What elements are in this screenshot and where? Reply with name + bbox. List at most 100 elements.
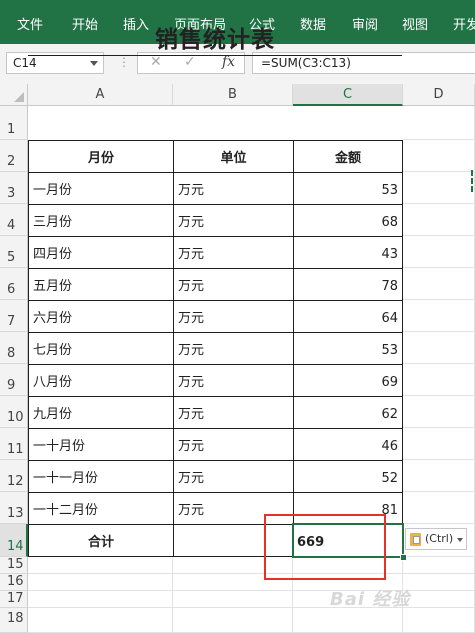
row-header-13[interactable]: 13 [0, 492, 28, 524]
unit-cell[interactable]: 万元 [173, 332, 294, 365]
month-cell[interactable]: 一十一月份 [28, 460, 174, 493]
insert-function-icon[interactable]: fx [222, 54, 235, 70]
row-header-8[interactable]: 8 [0, 332, 28, 364]
row-header-17[interactable]: 17 [0, 591, 28, 608]
row-header-1[interactable]: 1 [0, 106, 28, 140]
cell-d12[interactable] [403, 460, 475, 492]
cell-a17[interactable] [28, 591, 173, 608]
month-cell[interactable]: 七月份 [28, 332, 174, 365]
total-label-cell[interactable]: 合计 [28, 524, 174, 557]
row-number: 15 [7, 557, 24, 572]
total-label: 合计 [87, 535, 114, 550]
column-header-d[interactable]: D [403, 84, 475, 106]
select-all-corner[interactable] [0, 84, 28, 106]
cell-d2[interactable] [403, 140, 475, 172]
cell-c18[interactable] [293, 608, 403, 633]
cell-d11[interactable] [403, 428, 475, 460]
amount-cell[interactable]: 53 [293, 172, 403, 205]
confirm-icon[interactable]: ✓ [184, 54, 196, 70]
row-header-3[interactable]: 3 [0, 172, 28, 204]
unit-cell[interactable]: 万元 [173, 460, 294, 493]
cell-d10[interactable] [403, 396, 475, 428]
month-cell[interactable]: 一月份 [28, 172, 174, 205]
row-header-12[interactable]: 12 [0, 460, 28, 492]
amount-cell[interactable]: 43 [293, 236, 403, 269]
amount-cell-text: 68 [381, 215, 398, 230]
cell-b18[interactable] [173, 608, 293, 633]
row-header-14[interactable]: 14 [0, 524, 28, 557]
unit-cell[interactable]: 万元 [173, 268, 294, 301]
cell-a18[interactable] [28, 608, 173, 633]
row-header-16[interactable]: 16 [0, 574, 28, 591]
vertical-dots-icon[interactable]: ⋮ [118, 55, 130, 69]
cell-d1[interactable] [403, 106, 475, 140]
column-header-c[interactable]: C [293, 84, 403, 106]
cell-d13[interactable] [403, 492, 475, 524]
header-unit[interactable]: 单位 [173, 140, 294, 173]
month-cell-text: 八月份 [33, 375, 73, 390]
month-cell[interactable]: 四月份 [28, 236, 174, 269]
month-cell[interactable]: 一十二月份 [28, 492, 174, 525]
row-header-2[interactable]: 2 [0, 140, 28, 172]
row-header-10[interactable]: 10 [0, 396, 28, 428]
paste-options-button[interactable]: (Ctrl) [405, 528, 467, 550]
amount-cell[interactable]: 53 [293, 332, 403, 365]
amount-cell-text: 64 [381, 311, 398, 326]
unit-cell[interactable]: 万元 [173, 364, 294, 397]
row-number: 10 [7, 410, 24, 425]
cell-d16[interactable] [403, 574, 475, 591]
amount-cell-text: 46 [381, 439, 398, 454]
amount-cell[interactable]: 64 [293, 300, 403, 333]
row-header-15[interactable]: 15 [0, 557, 28, 574]
cell-d18[interactable] [403, 608, 475, 633]
column-header-a[interactable]: A [28, 84, 173, 106]
cell-d3[interactable] [403, 172, 475, 204]
sheet-title-cell[interactable]: 销售统计表 [28, 22, 402, 56]
row-header-6[interactable]: 6 [0, 268, 28, 300]
amount-cell[interactable]: 62 [293, 396, 403, 429]
row-header-7[interactable]: 7 [0, 300, 28, 332]
cell-d6[interactable] [403, 268, 475, 300]
unit-cell[interactable]: 万元 [173, 204, 294, 237]
month-cell[interactable]: 九月份 [28, 396, 174, 429]
cell-d8[interactable] [403, 332, 475, 364]
tab-developer[interactable]: 开发 [453, 14, 475, 33]
month-cell[interactable]: 八月份 [28, 364, 174, 397]
amount-cell[interactable]: 46 [293, 428, 403, 461]
cell-b17[interactable] [173, 591, 293, 608]
row-number: 3 [7, 186, 16, 201]
unit-cell[interactable]: 万元 [173, 396, 294, 429]
cancel-icon[interactable]: ✕ [150, 54, 162, 70]
row-header-18[interactable]: 18 [0, 608, 28, 633]
fill-handle[interactable] [400, 554, 407, 561]
cell-d5[interactable] [403, 236, 475, 268]
month-cell[interactable]: 五月份 [28, 268, 174, 301]
cell-a15[interactable] [28, 557, 173, 574]
unit-cell[interactable]: 万元 [173, 172, 294, 205]
amount-cell[interactable]: 52 [293, 460, 403, 493]
cell-d4[interactable] [403, 204, 475, 236]
row-header-4[interactable]: 4 [0, 204, 28, 236]
unit-cell[interactable]: 万元 [173, 236, 294, 269]
month-cell[interactable]: 一十月份 [28, 428, 174, 461]
cell-d7[interactable] [403, 300, 475, 332]
row-header-5[interactable]: 5 [0, 236, 28, 268]
column-header-b[interactable]: B [173, 84, 293, 106]
month-cell[interactable]: 三月份 [28, 204, 174, 237]
amount-cell[interactable]: 68 [293, 204, 403, 237]
header-amount[interactable]: 金额 [293, 140, 403, 173]
cell-d9[interactable] [403, 364, 475, 396]
row-header-9[interactable]: 9 [0, 364, 28, 396]
tab-view[interactable]: 视图 [402, 14, 428, 33]
month-cell[interactable]: 六月份 [28, 300, 174, 333]
chevron-down-icon[interactable] [90, 61, 98, 66]
cell-d15[interactable] [403, 557, 475, 574]
amount-cell[interactable]: 78 [293, 268, 403, 301]
cell-a16[interactable] [28, 574, 173, 591]
unit-cell[interactable]: 万元 [173, 428, 294, 461]
row-header-11[interactable]: 11 [0, 428, 28, 460]
unit-cell[interactable]: 万元 [173, 300, 294, 333]
amount-cell[interactable]: 69 [293, 364, 403, 397]
cell-d17[interactable] [403, 591, 475, 608]
header-month[interactable]: 月份 [28, 140, 174, 173]
